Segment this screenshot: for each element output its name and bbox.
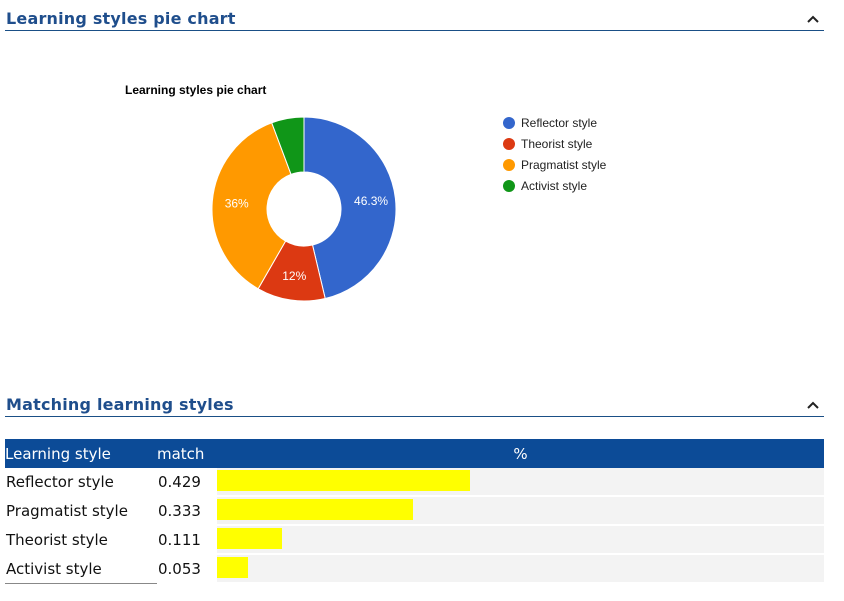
percent-bar-cell bbox=[217, 525, 824, 555]
learning-style-cell: Activist style bbox=[5, 554, 157, 584]
collapse-pie-button[interactable] bbox=[804, 10, 822, 28]
table-row: Theorist style 0.111 bbox=[5, 525, 824, 555]
match-value-cell: 0.111 bbox=[157, 525, 217, 555]
legend-marker bbox=[503, 159, 515, 171]
legend-marker bbox=[503, 117, 515, 129]
pie-section-title: Learning styles pie chart bbox=[6, 9, 236, 28]
matching-section-header: Matching learning styles bbox=[5, 388, 824, 417]
legend-label: Pragmatist style bbox=[521, 158, 607, 172]
column-header-learning-style: Learning style bbox=[5, 439, 157, 468]
percent-bar-cell bbox=[217, 554, 824, 584]
legend-label: Reflector style bbox=[521, 116, 597, 130]
learning-style-cell: Pragmatist style bbox=[5, 496, 157, 526]
table-row: Pragmatist style 0.333 bbox=[5, 496, 824, 526]
match-value-cell: 0.333 bbox=[157, 496, 217, 526]
pie-chart-section-header: Learning styles pie chart bbox=[5, 2, 824, 31]
match-bar bbox=[217, 499, 413, 520]
chevron-up-icon bbox=[807, 401, 819, 409]
legend-label: Theorist style bbox=[521, 137, 593, 151]
learning-style-cell: Reflector style bbox=[5, 468, 157, 497]
chevron-up-icon bbox=[807, 15, 819, 23]
match-value-cell: 0.429 bbox=[157, 468, 217, 497]
match-bar bbox=[217, 470, 470, 491]
slice-label: 46.3% bbox=[354, 194, 388, 208]
percent-bar-cell bbox=[217, 496, 824, 526]
chart-legend: Reflector style Theorist style Pragmatist … bbox=[503, 116, 607, 193]
column-header-match: match bbox=[157, 439, 217, 468]
table-header-row: Learning style match % bbox=[5, 439, 824, 468]
table-row: Reflector style 0.429 bbox=[5, 468, 824, 497]
legend-marker bbox=[503, 138, 515, 150]
slice-label: 12% bbox=[282, 269, 306, 283]
percent-bar-cell bbox=[217, 468, 824, 497]
match-bar bbox=[217, 557, 248, 578]
matching-section-title: Matching learning styles bbox=[6, 395, 234, 414]
match-bar bbox=[217, 528, 282, 549]
table-row: Activist style 0.053 bbox=[5, 554, 824, 584]
match-value-cell: 0.053 bbox=[157, 554, 217, 584]
legend-marker bbox=[503, 180, 515, 192]
learning-style-cell: Theorist style bbox=[5, 525, 157, 555]
slice-label: 36% bbox=[225, 196, 249, 210]
matching-styles-table: Learning style match % Reflector style 0.… bbox=[5, 439, 824, 584]
chart-title: Learning styles pie chart bbox=[125, 83, 266, 97]
collapse-matching-button[interactable] bbox=[804, 396, 822, 414]
legend-label: Activist style bbox=[521, 179, 587, 193]
column-header-percent: % bbox=[217, 439, 824, 468]
learning-styles-pie-chart: Learning styles pie chart 46.3% 12% 36% Re… bbox=[125, 83, 607, 302]
